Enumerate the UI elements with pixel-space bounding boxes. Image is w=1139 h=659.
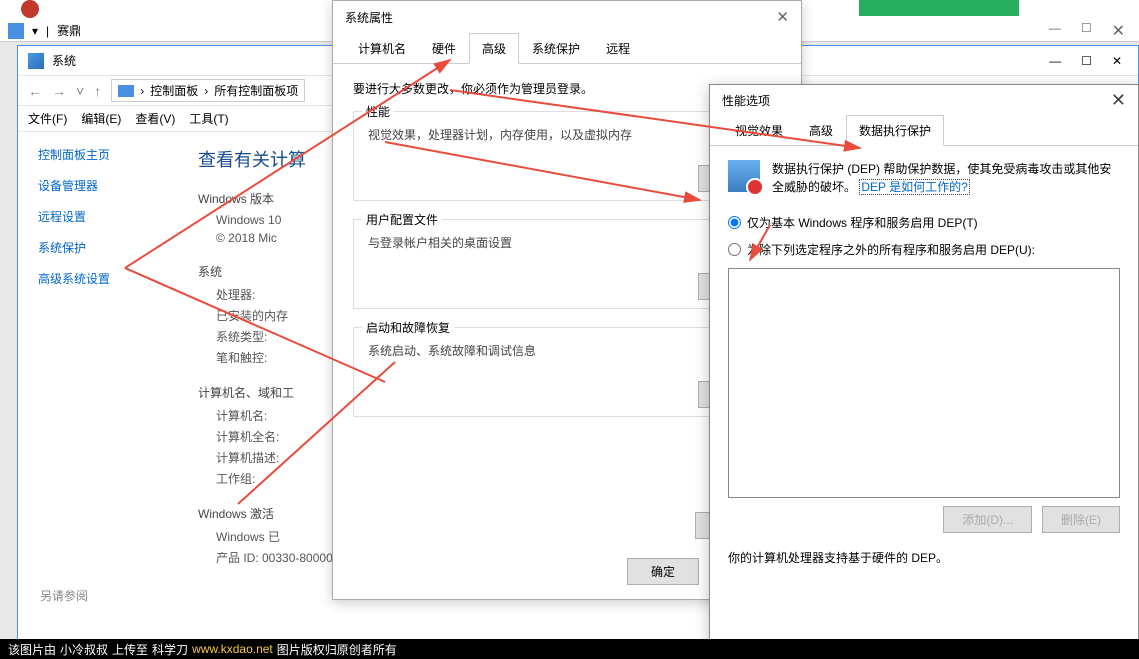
forward-button[interactable]: → bbox=[52, 83, 66, 99]
dep-program-list[interactable] bbox=[728, 268, 1120, 498]
up-button[interactable]: ↑ bbox=[94, 83, 101, 99]
pc-icon bbox=[118, 85, 134, 97]
tab-computer-name[interactable]: 计算机名 bbox=[345, 33, 419, 64]
tab-visual[interactable]: 视觉效果 bbox=[722, 115, 796, 146]
tab-protection[interactable]: 系统保护 bbox=[519, 33, 593, 64]
background-fragment bbox=[859, 0, 1019, 16]
minimize-button[interactable]: — bbox=[1049, 21, 1061, 41]
shield-icon bbox=[728, 160, 760, 192]
dep-help-link[interactable]: DEP 是如何工作的? bbox=[859, 179, 969, 195]
tab-label: 赛鼎 bbox=[57, 22, 81, 39]
profile-group-title: 用户配置文件 bbox=[362, 211, 442, 228]
dialog-title: 系统属性 bbox=[345, 9, 393, 26]
maximize-button[interactable]: ☐ bbox=[1081, 54, 1092, 68]
system-icon bbox=[28, 53, 44, 69]
nav-remote[interactable]: 远程设置 bbox=[38, 208, 158, 225]
startup-group-title: 启动和故障恢复 bbox=[362, 319, 454, 336]
close-button[interactable]: ✕ bbox=[776, 8, 789, 26]
nav-home[interactable]: 控制面板主页 bbox=[38, 146, 158, 163]
nav-protect[interactable]: 系统保护 bbox=[38, 239, 158, 256]
tab-advanced[interactable]: 高级 bbox=[469, 33, 519, 64]
back-button[interactable]: ← bbox=[28, 83, 42, 99]
close-button[interactable]: ✕ bbox=[1112, 21, 1125, 41]
perf-group-title: 性能 bbox=[362, 103, 394, 120]
browser-icon bbox=[21, 0, 39, 18]
menu-edit[interactable]: 编辑(E) bbox=[81, 110, 121, 127]
tab-remote[interactable]: 远程 bbox=[593, 33, 643, 64]
close-button[interactable]: ✕ bbox=[1111, 90, 1126, 111]
watermark: 该图片由 小冷叔叔 上传至 科学刀 www.kxdao.net 图片版权归原创者… bbox=[0, 639, 1139, 659]
maximize-button[interactable]: ☐ bbox=[1081, 21, 1092, 41]
tab-hardware[interactable]: 硬件 bbox=[419, 33, 469, 64]
menu-tools[interactable]: 工具(T) bbox=[189, 110, 228, 127]
window-title: 系统 bbox=[52, 52, 76, 69]
dialog-title: 性能选项 bbox=[722, 92, 770, 109]
history-button[interactable]: ˅ bbox=[76, 83, 84, 99]
dep-radio-all[interactable]: 为除下列选定程序之外的所有程序和服务启用 DEP(U): bbox=[728, 241, 1120, 258]
folder-icon bbox=[8, 23, 24, 39]
see-also: 另请参阅 bbox=[40, 587, 88, 604]
nav-advanced[interactable]: 高级系统设置 bbox=[38, 270, 158, 287]
tab-dep[interactable]: 数据执行保护 bbox=[846, 115, 944, 146]
dep-description: 数据执行保护 (DEP) 帮助保护数据，使其免受病毒攻击或其他安全威胁的破坏。 … bbox=[772, 160, 1120, 196]
breadcrumb[interactable]: › 控制面板 › 所有控制面板项 bbox=[111, 79, 305, 102]
dep-radio-essential[interactable]: 仅为基本 Windows 程序和服务启用 DEP(T) bbox=[728, 214, 1120, 231]
divider: | bbox=[46, 24, 49, 38]
tab-bar: 计算机名 硬件 高级 系统保护 远程 bbox=[333, 33, 801, 64]
remove-button[interactable]: 删除(E) bbox=[1042, 506, 1120, 533]
add-button[interactable]: 添加(D)... bbox=[943, 506, 1032, 533]
down-icon[interactable]: ▾ bbox=[32, 24, 38, 38]
nav-device-manager[interactable]: 设备管理器 bbox=[38, 177, 158, 194]
menu-file[interactable]: 文件(F) bbox=[28, 110, 67, 127]
tab-advanced[interactable]: 高级 bbox=[796, 115, 846, 146]
performance-options-dialog: 性能选项 ✕ 视觉效果 高级 数据执行保护 数据执行保护 (DEP) 帮助保护数… bbox=[709, 84, 1139, 659]
close-button[interactable]: ✕ bbox=[1112, 54, 1122, 68]
menu-view[interactable]: 查看(V) bbox=[135, 110, 175, 127]
dep-footer: 你的计算机处理器支持基于硬件的 DEP。 bbox=[728, 549, 1120, 566]
ok-button[interactable]: 确定 bbox=[627, 558, 699, 585]
minimize-button[interactable]: — bbox=[1049, 54, 1061, 68]
left-nav: 控制面板主页 设备管理器 远程设置 系统保护 高级系统设置 bbox=[18, 132, 178, 654]
